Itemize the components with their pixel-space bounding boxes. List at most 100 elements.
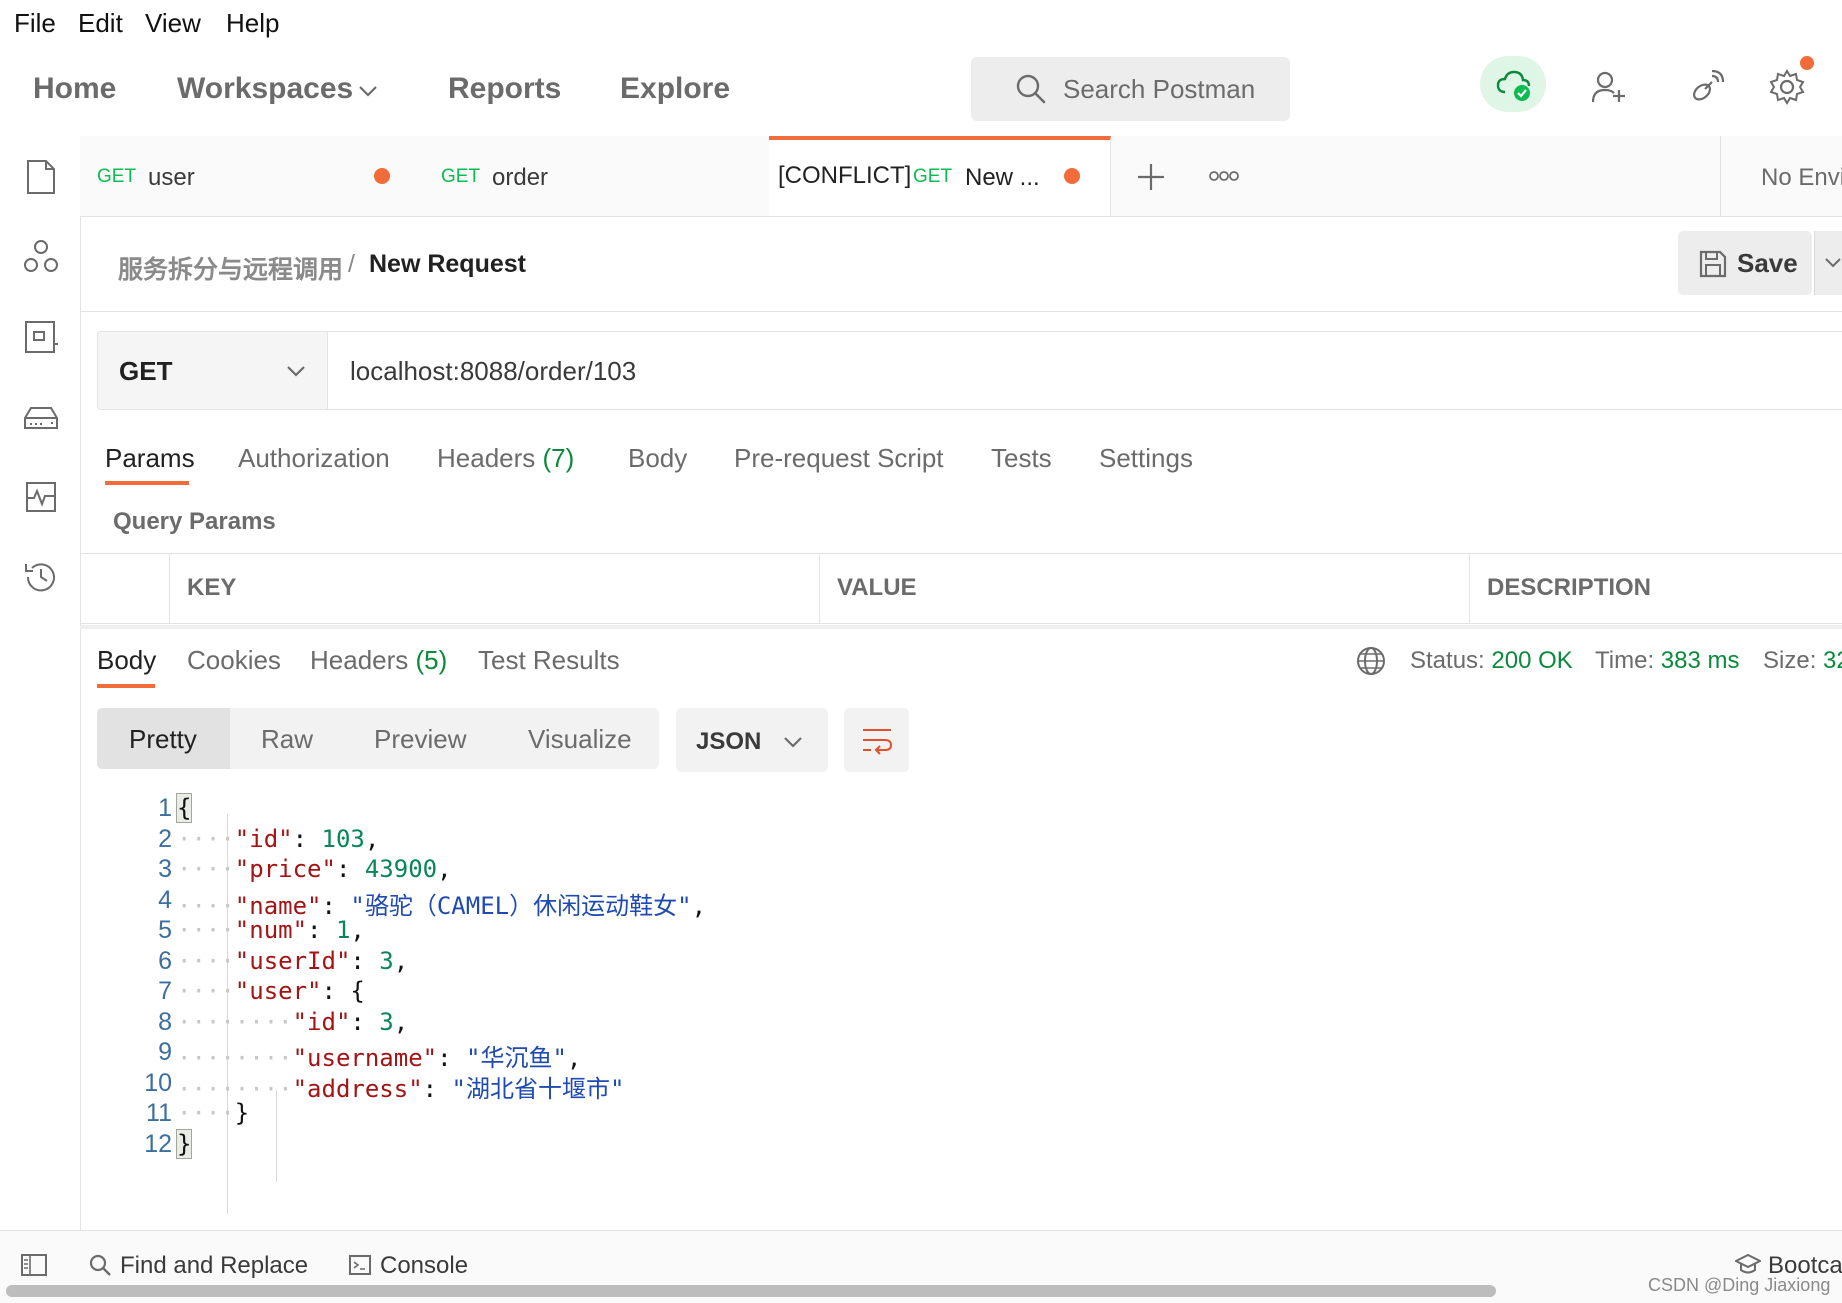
code-text: ····"num": 1, (177, 916, 365, 944)
column-header-key: KEY (187, 574, 237, 601)
more-tabs-icon[interactable] (1209, 170, 1239, 182)
json-brace: { (350, 977, 365, 1005)
line-number: 3 (158, 855, 172, 883)
json-brace: } (175, 1129, 193, 1159)
tab-headers[interactable]: Headers (7) (437, 443, 574, 474)
column-header-description: DESCRIPTION (1487, 574, 1652, 601)
find-replace-button[interactable]: Find and Replace (120, 1252, 308, 1280)
response-size: Size: 32 (1763, 647, 1842, 675)
tab-tests[interactable]: Tests (991, 443, 1052, 474)
code-text: ····"userId": 3, (177, 947, 409, 975)
code-text: ····"id": 103, (177, 825, 380, 853)
save-button[interactable]: Save (1678, 231, 1812, 295)
breadcrumb-separator: / (348, 250, 355, 278)
tab-method: GET (913, 166, 953, 187)
history-icon[interactable] (22, 558, 60, 596)
response-headers-count: (5) (415, 645, 448, 675)
code-text: { (175, 793, 193, 823)
view-mode-switcher: Pretty Raw Preview Visualize (97, 708, 659, 769)
view-pretty-button[interactable]: Pretty (97, 708, 230, 769)
breadcrumb-collection[interactable]: 服务拆分与远程调用 (118, 250, 343, 286)
search-input[interactable]: Search Postman (971, 57, 1290, 121)
nav-explore[interactable]: Explore (620, 72, 730, 106)
wrap-lines-button[interactable] (844, 708, 909, 772)
tab-headers-count: (7) (542, 443, 575, 473)
horizontal-scrollbar[interactable] (6, 1285, 1496, 1297)
url-input[interactable]: localhost:8088/order/103 (327, 331, 1842, 410)
response-tab-headers[interactable]: Headers (5) (310, 645, 447, 676)
tab-authorization[interactable]: Authorization (238, 443, 390, 474)
page-title[interactable]: New Request (369, 250, 526, 279)
tab-body[interactable]: Body (628, 443, 687, 474)
monitors-icon[interactable] (22, 478, 60, 516)
watermark: CSDN @Ding Jiaxiong (1648, 1275, 1831, 1295)
menu-view[interactable]: View (145, 8, 201, 39)
url-value: localhost:8088/order/103 (350, 356, 637, 386)
status-label: Status: (1410, 647, 1485, 674)
tab-settings[interactable]: Settings (1099, 443, 1193, 474)
method-select[interactable]: GET (97, 331, 328, 410)
environments-icon[interactable] (22, 318, 60, 356)
line-number: 10 (144, 1069, 172, 1097)
nav-home[interactable]: Home (33, 72, 116, 106)
size-value: 32 (1823, 647, 1842, 674)
mock-servers-icon[interactable] (22, 398, 60, 436)
satellite-icon[interactable] (1690, 70, 1724, 104)
json-number: 3 (379, 947, 394, 975)
save-options-button[interactable] (1814, 231, 1842, 295)
tab-title: user (148, 164, 195, 191)
nav-workspaces[interactable]: Workspaces (177, 72, 353, 106)
chevron-down-icon (1825, 257, 1841, 269)
json-brace: } (234, 1099, 250, 1127)
invite-user-icon[interactable] (1592, 70, 1626, 104)
toggle-sidebar-icon[interactable] (20, 1253, 48, 1277)
app-header: Home Workspaces Reports Explore Search P… (0, 44, 1842, 137)
tab-params[interactable]: Params (105, 443, 195, 474)
status-value: 200 OK (1491, 647, 1573, 674)
view-pretty-label: Pretty (129, 724, 197, 754)
column-divider (169, 554, 170, 623)
request-tab-new-request[interactable]: [CONFLICT] GET New ... (769, 136, 1111, 216)
view-preview-button[interactable]: Preview (374, 724, 466, 755)
apis-icon[interactable] (22, 238, 60, 276)
nav-reports[interactable]: Reports (448, 72, 561, 106)
response-tab-body[interactable]: Body (97, 645, 156, 676)
pane-resize-handle[interactable] (80, 625, 1842, 629)
menu-edit[interactable]: Edit (78, 8, 123, 39)
active-tab-indicator (105, 481, 189, 485)
response-body-viewer[interactable]: 1 { 2 ····"id": 103, 3 ····"price": 4390… (80, 790, 1842, 1230)
tab-prerequest-script[interactable]: Pre-request Script (734, 443, 944, 474)
environment-selector[interactable]: No Envi (1720, 136, 1842, 216)
response-tab-test-results[interactable]: Test Results (478, 645, 620, 676)
tab-title: New ... (965, 164, 1040, 191)
console-button[interactable]: Console (380, 1252, 468, 1280)
query-params-table: KEY VALUE DESCRIPTION (80, 553, 1842, 624)
request-tab-order[interactable]: GET order (425, 136, 770, 216)
active-tab-indicator (97, 684, 155, 688)
time-label: Time: (1595, 647, 1655, 674)
line-number: 1 (158, 794, 172, 822)
view-visualize-button[interactable]: Visualize (528, 724, 632, 755)
search-placeholder: Search Postman (1063, 74, 1256, 104)
settings-gear-icon[interactable] (1768, 68, 1806, 106)
format-select[interactable]: JSON (676, 708, 828, 772)
menu-help[interactable]: Help (226, 8, 279, 39)
new-tab-plus-icon[interactable] (1137, 163, 1165, 191)
collections-icon[interactable] (22, 158, 60, 196)
sync-status-button[interactable] (1480, 56, 1546, 112)
tab-title: order (492, 164, 549, 191)
json-brace: { (175, 793, 193, 823)
code-text: ····"user": { (177, 977, 365, 1005)
chevron-down-icon[interactable] (358, 84, 378, 98)
response-time: Time: 383 ms (1595, 647, 1739, 675)
json-key: "userId" (234, 947, 351, 975)
menu-file[interactable]: File (14, 8, 56, 39)
query-params-title: Query Params (113, 508, 276, 535)
request-tab-user[interactable]: GET user (80, 136, 426, 216)
request-tab-strip: GET user GET order [CONFLICT] GET New ..… (80, 136, 1842, 217)
view-raw-button[interactable]: Raw (261, 724, 313, 755)
response-tab-cookies[interactable]: Cookies (187, 645, 281, 676)
json-number: 103 (321, 825, 365, 853)
line-number: 7 (158, 977, 172, 1005)
globe-icon[interactable] (1355, 645, 1387, 677)
